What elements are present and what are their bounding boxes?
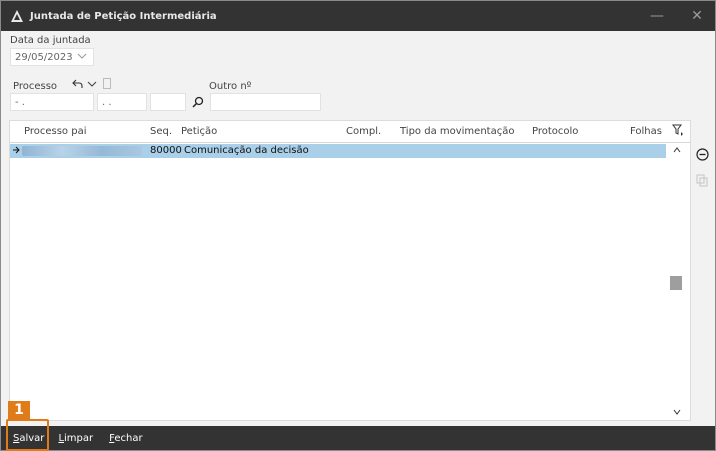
scrollbar-thumb[interactable] bbox=[670, 276, 682, 290]
col-header-seq[interactable]: Seq. bbox=[150, 126, 172, 137]
col-header-protocolo[interactable]: Protocolo bbox=[532, 126, 578, 137]
col-header-processo-pai[interactable]: Processo pai bbox=[24, 126, 87, 137]
processo-label: Processo bbox=[13, 81, 58, 92]
processo-pai-redacted bbox=[22, 146, 142, 156]
peticoes-grid: Processo pai Seq. Petição Compl. Tipo da… bbox=[9, 120, 691, 421]
scroll-up-icon[interactable] bbox=[670, 143, 684, 157]
title-bar: Juntada de Petição Intermediária — ✕ bbox=[1, 1, 715, 31]
remove-icon[interactable] bbox=[695, 147, 709, 161]
search-icon[interactable] bbox=[190, 94, 206, 110]
table-row[interactable]: 80000 Comunicação da decisão bbox=[10, 144, 666, 158]
processo-input-3[interactable] bbox=[150, 93, 186, 111]
limpar-label: impar bbox=[64, 432, 94, 444]
col-header-tipo-movimentacao[interactable]: Tipo da movimentação bbox=[400, 126, 514, 137]
chevron-down-icon[interactable] bbox=[87, 79, 97, 89]
col-header-compl[interactable]: Compl. bbox=[346, 126, 381, 137]
clipboard-icon bbox=[102, 77, 112, 89]
chevron-down-icon[interactable] bbox=[77, 51, 87, 64]
fechar-button[interactable]: Fechar bbox=[109, 433, 142, 444]
grid-header: Processo pai Seq. Petição Compl. Tipo da… bbox=[10, 121, 690, 143]
cell-seq: 80000 bbox=[150, 145, 182, 156]
salvar-highlight-box bbox=[6, 419, 49, 451]
fechar-label: echar bbox=[114, 432, 143, 444]
outro-input[interactable] bbox=[210, 93, 321, 111]
copy-icon bbox=[695, 173, 709, 187]
processo-input-1[interactable]: - . bbox=[10, 93, 94, 111]
limpar-button[interactable]: Limpar bbox=[58, 433, 93, 444]
app-logo-icon bbox=[9, 8, 25, 24]
col-header-folhas[interactable]: Folhas bbox=[630, 126, 662, 137]
window-title: Juntada de Petição Intermediária bbox=[30, 10, 217, 22]
close-button[interactable]: ✕ bbox=[677, 1, 716, 31]
date-label: Data da juntada bbox=[10, 35, 91, 46]
outro-label: Outro nº bbox=[209, 81, 252, 92]
row-arrow-icon bbox=[13, 144, 21, 159]
col-header-peticao[interactable]: Petição bbox=[181, 126, 217, 137]
footer-toolbar: Salvar Limpar Fechar bbox=[1, 426, 715, 450]
date-value: 29/05/2023 bbox=[15, 51, 73, 63]
undo-icon[interactable] bbox=[71, 78, 83, 90]
dialog-window: Juntada de Petição Intermediária — ✕ Dat… bbox=[0, 0, 716, 451]
filter-icon[interactable] bbox=[672, 124, 684, 139]
cell-peticao: Comunicação da decisão bbox=[184, 145, 309, 156]
scroll-down-icon[interactable] bbox=[670, 405, 684, 419]
date-field[interactable]: 29/05/2023 bbox=[10, 48, 94, 66]
processo-input-2[interactable]: . . bbox=[97, 93, 147, 111]
step-badge: 1 bbox=[8, 401, 30, 419]
minimize-button[interactable]: — bbox=[637, 1, 677, 31]
